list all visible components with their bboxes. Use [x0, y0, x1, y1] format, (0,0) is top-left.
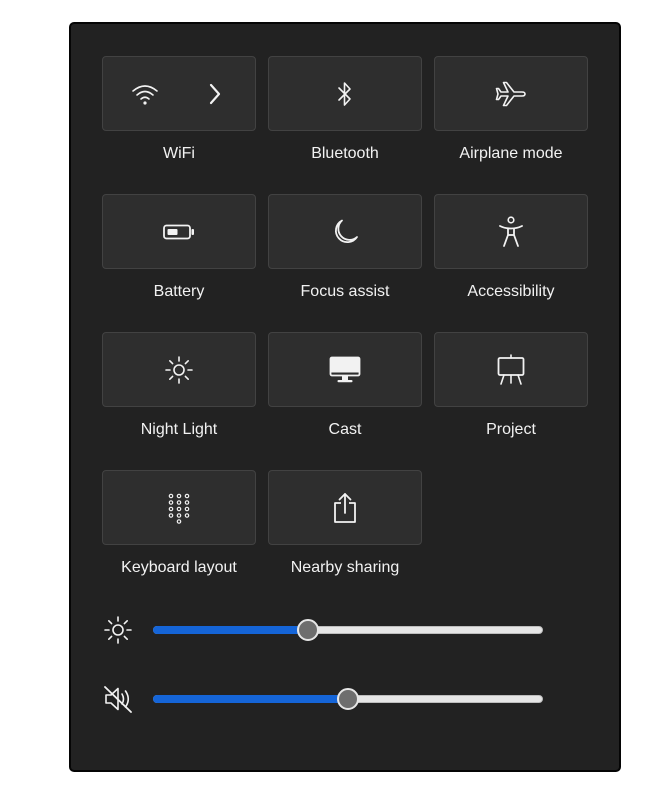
bluetooth-label: Bluetooth [311, 145, 379, 162]
monitor-icon [329, 356, 361, 382]
accessibility-tile[interactable] [434, 194, 588, 269]
focus-assist-label: Focus assist [300, 283, 390, 300]
keyboard-layout-label: Keyboard layout [121, 559, 237, 576]
keyboard-layout-tile[interactable] [102, 470, 256, 545]
moon-icon [335, 219, 358, 243]
projector-icon [497, 353, 525, 385]
volume-muted-icon[interactable] [103, 684, 133, 714]
chevron-right-icon[interactable] [208, 83, 222, 105]
brightness-slider[interactable] [153, 619, 543, 641]
bluetooth-icon [338, 81, 351, 106]
battery-icon [163, 224, 194, 239]
airplane-icon [495, 81, 526, 106]
share-icon [334, 492, 356, 523]
volume-slider-thumb[interactable] [337, 688, 359, 710]
wifi-label: WiFi [163, 145, 195, 162]
sun-icon [165, 355, 193, 384]
cast-tile[interactable] [268, 332, 422, 407]
night-light-tile[interactable] [102, 332, 256, 407]
accessibility-label: Accessibility [467, 283, 555, 300]
airplane-tile[interactable] [434, 56, 588, 131]
brightness-slider-fill [153, 626, 308, 634]
focus-assist-tile[interactable] [268, 194, 422, 269]
battery-tile[interactable] [102, 194, 256, 269]
keypad-icon [168, 493, 190, 524]
airplane-label: Airplane mode [459, 145, 563, 162]
accessibility-icon [499, 215, 523, 247]
project-tile[interactable] [434, 332, 588, 407]
bluetooth-tile[interactable] [268, 56, 422, 131]
battery-label: Battery [153, 283, 205, 300]
night-light-label: Night Light [140, 421, 218, 438]
volume-slider-fill [153, 695, 347, 703]
wifi-icon [132, 84, 158, 105]
volume-slider[interactable] [153, 688, 543, 710]
wifi-tile[interactable] [102, 56, 256, 131]
nearby-sharing-tile[interactable] [268, 470, 422, 545]
cast-label: Cast [328, 421, 362, 438]
brightness-icon [103, 615, 133, 645]
brightness-slider-thumb[interactable] [297, 619, 320, 641]
project-label: Project [486, 421, 536, 438]
nearby-sharing-label: Nearby sharing [290, 559, 400, 576]
quick-settings-panel: WiFi Bluetooth Airplane mode Battery Foc… [69, 22, 621, 772]
